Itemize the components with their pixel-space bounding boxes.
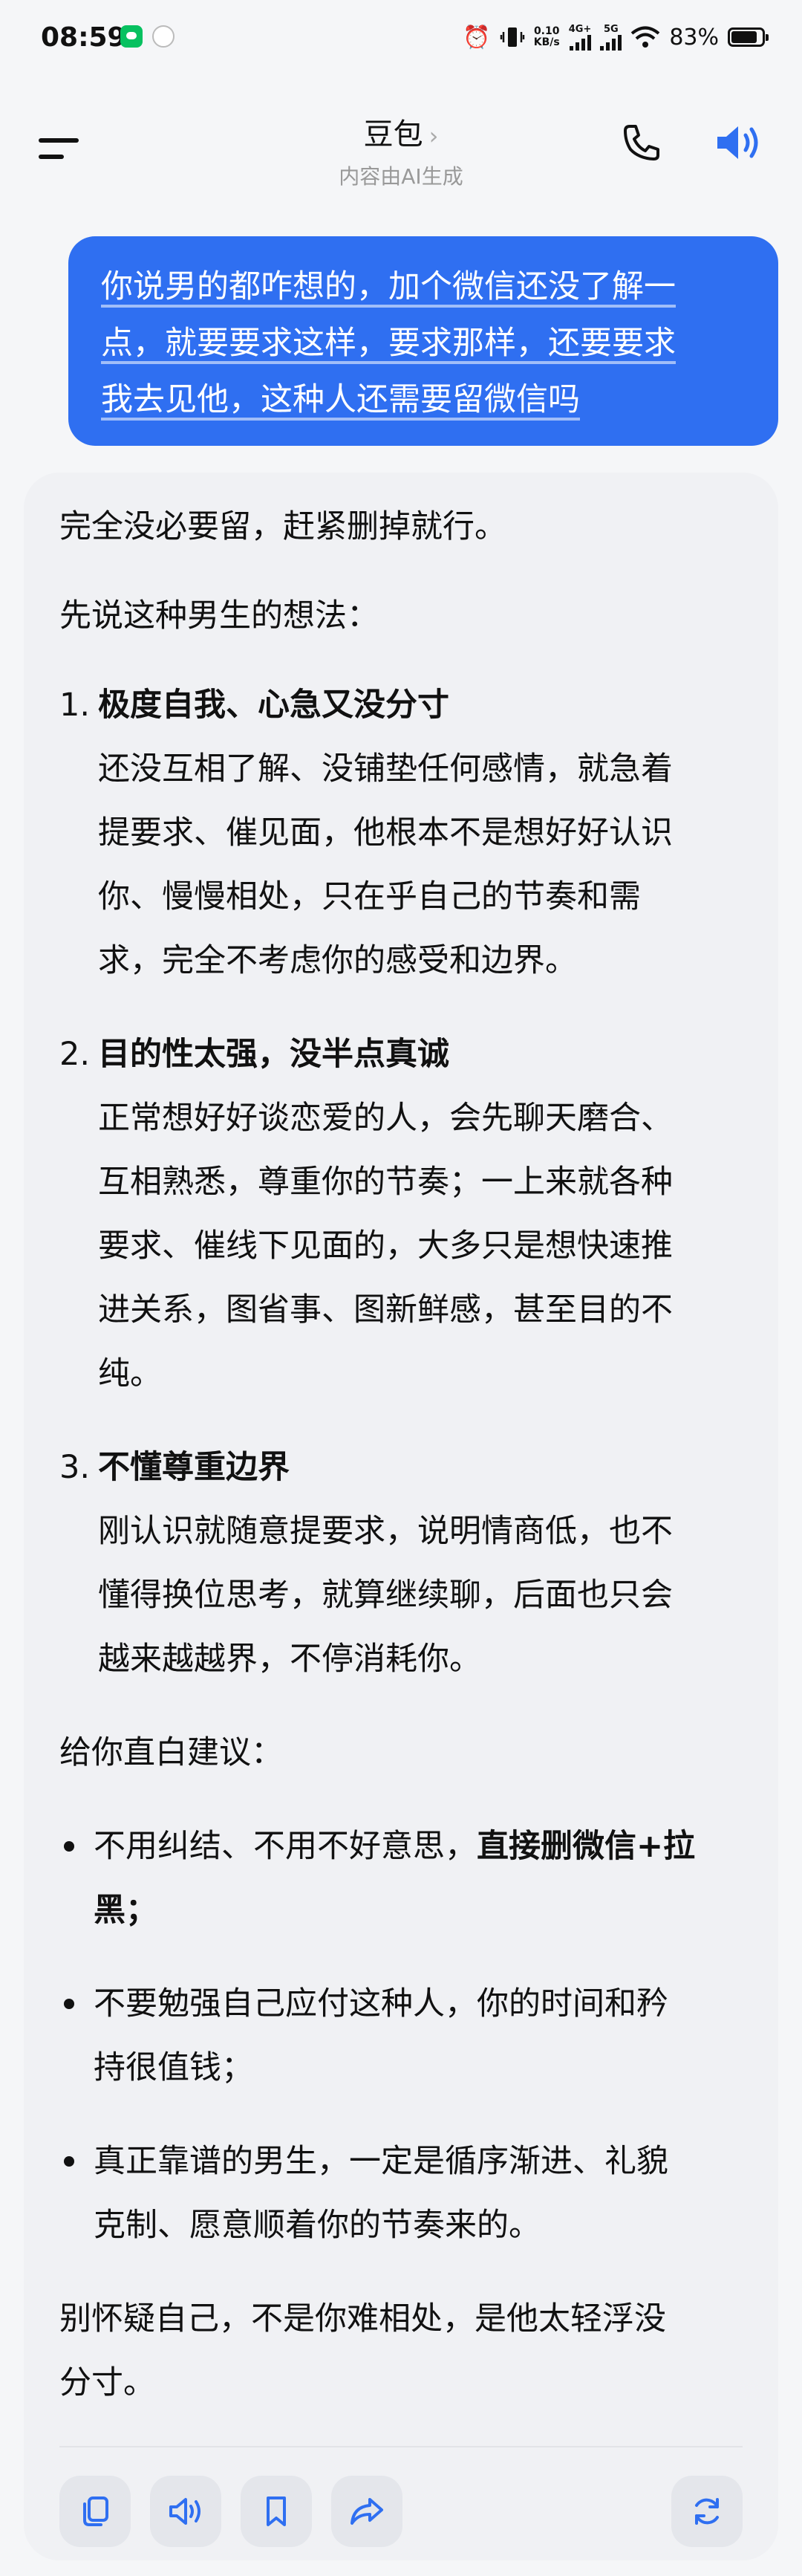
vibrate-icon	[500, 27, 524, 47]
chat-title-area[interactable]: 豆包 › 内容由AI生成	[0, 110, 802, 190]
speaker-on-icon[interactable]	[713, 119, 765, 166]
app-notification-icon	[152, 25, 175, 48]
advice-bullet-2: 不要勉强自己应付这种人，你的时间和矜 持很值钱；	[59, 1972, 743, 2100]
answer-actions	[59, 2476, 743, 2547]
copy-icon	[83, 2496, 108, 2526]
battery-percent: 83%	[669, 24, 719, 51]
copy-button[interactable]	[59, 2476, 131, 2547]
advice-bullet-1: 不用纠结、不用不好意思，直接删微信+拉 黑；	[59, 1814, 743, 1942]
user-message-line: 我去见他，这种人还需要留微信吗	[101, 381, 580, 418]
phone-call-icon[interactable]	[618, 119, 665, 166]
status-bar: 08:59 ⏰ 0.10 KB/s 4G+ 5G 83%	[0, 0, 802, 82]
chat-title: 豆包	[363, 117, 423, 152]
point-3-body: 刚认识就随意提要求，说明情商低，也不 懂得换位思考，就算继续聊，后面也只会 越来…	[98, 1513, 673, 1678]
user-message-line: 你说男的都咋想的，加个微信还没了解一	[101, 268, 676, 305]
point-2-body: 正常想好好谈恋爱的人，会先聊天磨合、 互相熟悉，尊重你的节奏；一上来就各种 要求…	[98, 1100, 673, 1392]
battery-icon	[728, 27, 769, 47]
point-2-title: 2. 目的性太强，没半点真诚	[59, 1036, 449, 1073]
alarm-icon: ⏰	[463, 24, 491, 51]
sim2-signal: 5G	[600, 25, 622, 51]
share-button[interactable]	[331, 2476, 402, 2547]
network-speed: 0.10 KB/s	[534, 26, 560, 48]
point-1-title: 1. 极度自我、心急又没分寸	[59, 687, 449, 724]
status-time: 08:59	[41, 22, 126, 53]
wifi-icon	[631, 26, 660, 48]
regenerate-icon	[695, 2498, 719, 2525]
chevron-right-icon: ›	[428, 122, 439, 150]
answer-section-title: 先说这种男生的想法：	[59, 597, 379, 635]
advice-title: 给你直白建议：	[59, 1734, 283, 1771]
bookmark-button[interactable]	[241, 2476, 312, 2547]
network-speed-unit: KB/s	[533, 36, 560, 48]
answer-intro: 完全没必要留，赶紧删掉就行。	[59, 508, 506, 545]
actions-divider	[59, 2446, 743, 2447]
advice-bullet-3: 真正靠谱的男生，一定是循序渐进、礼貌 克制、愿意顺着你的节奏来的。	[59, 2129, 743, 2257]
sim2-label: 5G	[603, 23, 619, 35]
user-message-line: 点，就要要求这样，要求那样，还要要求	[101, 325, 676, 362]
regenerate-button[interactable]	[671, 2476, 743, 2547]
status-indicators: ⏰ 0.10 KB/s 4G+ 5G 83%	[463, 21, 769, 53]
bookmark-icon	[267, 2496, 286, 2526]
sim1-signal-icon	[569, 34, 591, 51]
sim1-signal: 4G+	[568, 23, 592, 51]
user-message-bubble[interactable]: 你说男的都咋想的，加个微信还没了解一 点，就要要求这样，要求那样，还要要求 我去…	[68, 236, 778, 446]
network-speed-value: 0.10	[533, 25, 560, 37]
share-icon	[351, 2498, 383, 2525]
answer-closing: 别怀疑自己，不是你难相处，是他太轻浮没 分寸。	[59, 2300, 666, 2401]
read-aloud-button[interactable]	[150, 2476, 221, 2547]
read-aloud-icon	[169, 2498, 200, 2525]
point-3-title: 3. 不懂尊重边界	[59, 1449, 290, 1486]
wechat-notification-icon	[120, 25, 143, 48]
ai-disclaimer: 内容由AI生成	[339, 164, 463, 189]
sim2-signal-icon	[600, 34, 622, 51]
chat-header: 豆包 › 内容由AI生成	[0, 97, 802, 201]
point-1-body: 还没互相了解、没铺垫任何感情，就急着 提要求、催见面，他根本不是想好好认识 你、…	[98, 750, 673, 979]
sim1-label: 4G+	[568, 23, 592, 35]
ai-answer-card: 完全没必要留，赶紧删掉就行。 先说这种男生的想法： 1. 极度自我、心急又没分寸 …	[24, 473, 778, 2560]
